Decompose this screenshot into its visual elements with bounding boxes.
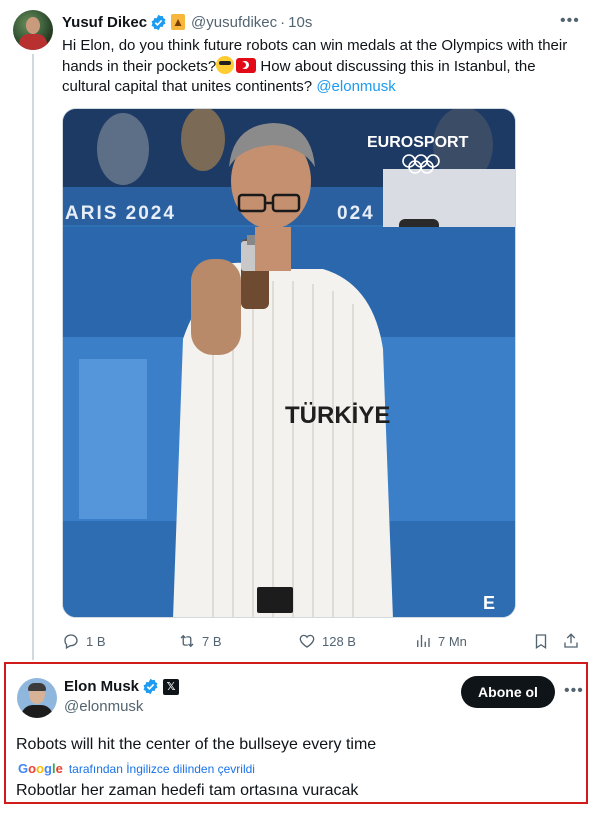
thread-line [32, 54, 34, 660]
banner-text: ARIS 2024 [65, 203, 176, 224]
author-name[interactable]: Elon Musk [64, 678, 139, 695]
turkey-flag-icon [236, 58, 257, 73]
translation-note[interactable]: Google tarafından İngilizce dilinden çev… [18, 761, 255, 776]
author-handle[interactable]: @elonmusk [64, 698, 143, 715]
banner-text-right: 024 [337, 203, 375, 224]
x-badge-icon: 𝕏 [163, 678, 180, 695]
like-button[interactable]: 128 B [298, 632, 356, 650]
subscribe-button[interactable]: Abone ol [461, 676, 555, 708]
repost-count: 7 B [202, 633, 222, 649]
eurosport-watermark-icon: E [483, 593, 495, 613]
timestamp[interactable]: 10s [288, 14, 312, 31]
bookmark-button[interactable] [532, 632, 556, 650]
broadcaster-logo: EUROSPORT [367, 134, 469, 151]
reply-button[interactable]: 1 B [62, 632, 106, 650]
reply-tweet[interactable]: Elon Musk 𝕏 @elonmusk Abone ol ••• Robot… [4, 662, 588, 804]
avatar[interactable] [13, 10, 53, 50]
more-icon[interactable]: ••• [560, 12, 580, 30]
like-count: 128 B [322, 633, 356, 649]
reply-icon [64, 634, 78, 650]
tweet-header: Yusuf Dikec ▲ @yusufdikec · 10s [62, 12, 312, 32]
google-logo: Google [18, 761, 63, 776]
avatar[interactable] [17, 678, 57, 718]
translated-text: Robotlar her zaman hedefi tam ortasına v… [16, 782, 359, 799]
shirt-text: TÜRKİYE [285, 402, 390, 429]
views-button[interactable]: 7 Mn [414, 632, 467, 650]
mention-link[interactable]: @elonmusk [316, 78, 395, 95]
torch-icon: ▲ [171, 14, 186, 30]
verified-icon [143, 678, 158, 695]
author-name[interactable]: Yusuf Dikec [62, 14, 147, 31]
author-handle[interactable]: @yusufdikec [191, 14, 277, 31]
views-count: 7 Mn [438, 633, 467, 649]
tweet-actions: 1 B 7 B 128 B 7 Mn [62, 632, 582, 652]
share-icon [564, 633, 578, 648]
reply-count: 1 B [86, 633, 106, 649]
reply-text: Robots will hit the center of the bullse… [16, 736, 377, 753]
verified-icon [151, 14, 166, 30]
reply-header: Elon Musk 𝕏 [64, 678, 180, 695]
views-icon [417, 635, 430, 647]
like-icon [299, 634, 315, 648]
original-tweet[interactable]: Yusuf Dikec ▲ @yusufdikec · 10s ••• Hi E… [0, 0, 596, 660]
tweet-text: Hi Elon, do you think future robots can … [62, 36, 582, 97]
sunglasses-emoji-icon [216, 56, 235, 74]
separator: · [280, 13, 286, 31]
more-icon[interactable]: ••• [564, 682, 584, 700]
repost-button[interactable]: 7 B [178, 632, 222, 650]
tweet-media-image[interactable]: ARIS 2024 024 EUROSPORT TÜRKİYE E [62, 108, 516, 618]
repost-icon [180, 634, 194, 648]
bookmark-icon [535, 634, 547, 650]
translation-note-text: tarafından İngilizce dilinden çevrildi [68, 761, 255, 776]
share-button[interactable] [562, 632, 586, 650]
